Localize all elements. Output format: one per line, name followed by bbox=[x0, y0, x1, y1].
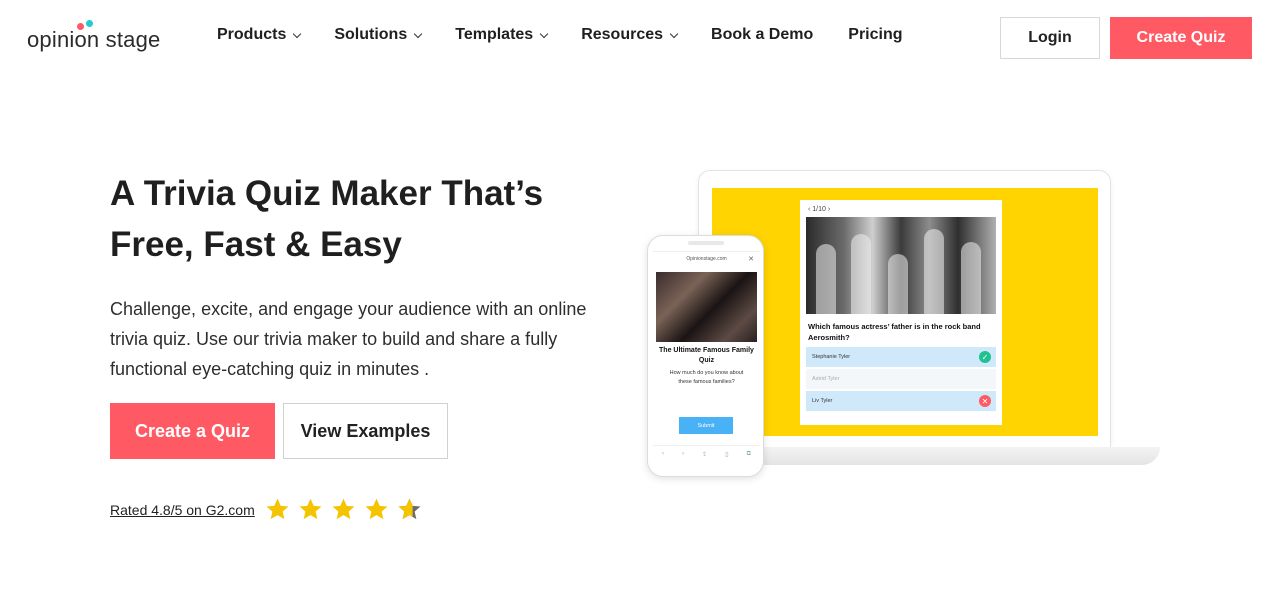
forward-icon: › bbox=[682, 451, 685, 457]
answer-option[interactable]: Liv Tyler ✕ bbox=[806, 391, 996, 411]
nav-resources[interactable]: Resources bbox=[581, 26, 679, 44]
phone-mockup: Opinionstage.com ✕ The Ultimate Famous F… bbox=[647, 235, 764, 477]
chevron-down-icon bbox=[669, 29, 679, 38]
check-icon: ✓ bbox=[979, 351, 991, 363]
quiz-counter: ‹ 1/10 › bbox=[808, 206, 831, 213]
phone-quiz-subtitle: How much do you know about these famous … bbox=[669, 370, 744, 385]
nav-templates[interactable]: Templates bbox=[455, 26, 549, 44]
star-full-icon bbox=[266, 498, 289, 520]
star-full-icon bbox=[332, 498, 355, 520]
phone-submit-button: Submit bbox=[679, 417, 733, 434]
laptop-screen: ‹ 1/10 › Which famous actress’ father is… bbox=[712, 188, 1098, 436]
quiz-question: Which famous actress’ father is in the r… bbox=[808, 322, 981, 342]
nav-resources-label: Resources bbox=[581, 26, 664, 43]
opinion-stage-logo[interactable]: opinion stage bbox=[27, 20, 160, 52]
nav-solutions-label: Solutions bbox=[334, 26, 408, 43]
rating-row: Rated 4.8/5 on G2.com bbox=[110, 497, 430, 522]
create-a-quiz-button[interactable]: Create a Quiz bbox=[110, 403, 275, 459]
nav-products[interactable]: Products bbox=[217, 26, 302, 44]
close-icon: ✕ bbox=[748, 256, 754, 263]
band-photo-image bbox=[806, 217, 996, 314]
phone-notch bbox=[688, 241, 724, 245]
hero-description: Challenge, excite, and engage your audie… bbox=[110, 299, 587, 379]
chevron-down-icon bbox=[413, 29, 423, 38]
hero-title-line-2: Free, Fast & Easy bbox=[110, 225, 402, 264]
main-nav: Products Solutions Templates Resources B… bbox=[217, 26, 938, 44]
chevron-down-icon bbox=[293, 29, 302, 38]
share-icon: ⇪ bbox=[702, 451, 708, 458]
star-full-icon bbox=[299, 498, 322, 520]
create-quiz-header-button[interactable]: Create Quiz bbox=[1110, 17, 1252, 59]
site-header: opinion stage Products Solutions Templat… bbox=[0, 0, 1275, 78]
logo-text: opinion stage bbox=[27, 27, 161, 52]
phone-browser-toolbar: ‹ › ⇪ ▯ ⧉ bbox=[653, 445, 760, 462]
answer-label: Astrid Tyler bbox=[812, 376, 840, 382]
nav-templates-label: Templates bbox=[455, 26, 534, 43]
nav-pricing[interactable]: Pricing bbox=[848, 26, 902, 44]
back-icon: ‹ bbox=[662, 451, 665, 457]
close-icon: ✕ bbox=[979, 395, 991, 407]
chevron-down-icon bbox=[539, 29, 549, 38]
nav-pricing-label: Pricing bbox=[848, 26, 903, 43]
answer-label: Liv Tyler bbox=[812, 398, 833, 404]
nav-products-label: Products bbox=[217, 26, 287, 43]
tabs-icon: ⧉ bbox=[746, 450, 751, 457]
answer-option[interactable]: Stephanie Tyler ✓ bbox=[806, 347, 996, 367]
phone-quiz-title: The Ultimate Famous Family Quiz bbox=[659, 347, 754, 364]
login-button[interactable]: Login bbox=[1000, 17, 1100, 59]
nav-book-a-demo[interactable]: Book a Demo bbox=[711, 26, 813, 44]
rating-stars bbox=[265, 497, 430, 522]
answer-label: Stephanie Tyler bbox=[812, 354, 851, 360]
view-examples-button[interactable]: View Examples bbox=[283, 403, 448, 459]
g2-rating-link[interactable]: Rated 4.8/5 on G2.com bbox=[110, 502, 255, 518]
family-photo-image bbox=[656, 272, 757, 342]
logo-dot-teal bbox=[86, 20, 93, 27]
nav-book-a-demo-label: Book a Demo bbox=[711, 26, 814, 43]
star-full-icon bbox=[365, 498, 388, 520]
hero-title-line-1: A Trivia Quiz Maker That’s bbox=[110, 174, 544, 213]
laptop-quiz-card: ‹ 1/10 › Which famous actress’ father is… bbox=[800, 200, 1002, 425]
phone-url: Opinionstage.com bbox=[686, 256, 727, 262]
nav-solutions[interactable]: Solutions bbox=[334, 26, 423, 44]
bookmarks-icon: ▯ bbox=[725, 451, 729, 458]
phone-screen: Opinionstage.com ✕ The Ultimate Famous F… bbox=[653, 251, 760, 461]
hero-title: A Trivia Quiz Maker That’s Free, Fast & … bbox=[110, 168, 630, 270]
answer-option[interactable]: Astrid Tyler bbox=[806, 369, 996, 389]
star-partial-icon bbox=[398, 498, 421, 520]
